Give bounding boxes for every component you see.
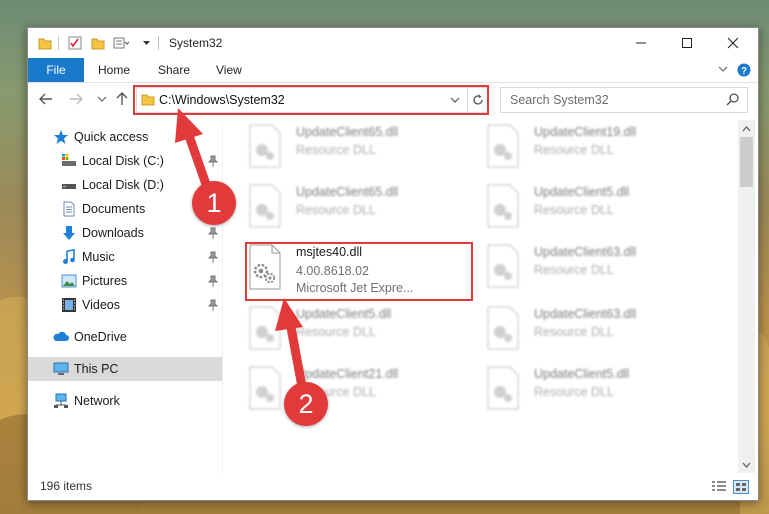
annotation-arrows (175, 108, 308, 397)
arrow-to-file (275, 298, 308, 397)
step-badge-2: 2 (284, 382, 328, 426)
step-badge-1: 1 (192, 181, 236, 225)
arrow-to-address-bar (175, 108, 213, 195)
